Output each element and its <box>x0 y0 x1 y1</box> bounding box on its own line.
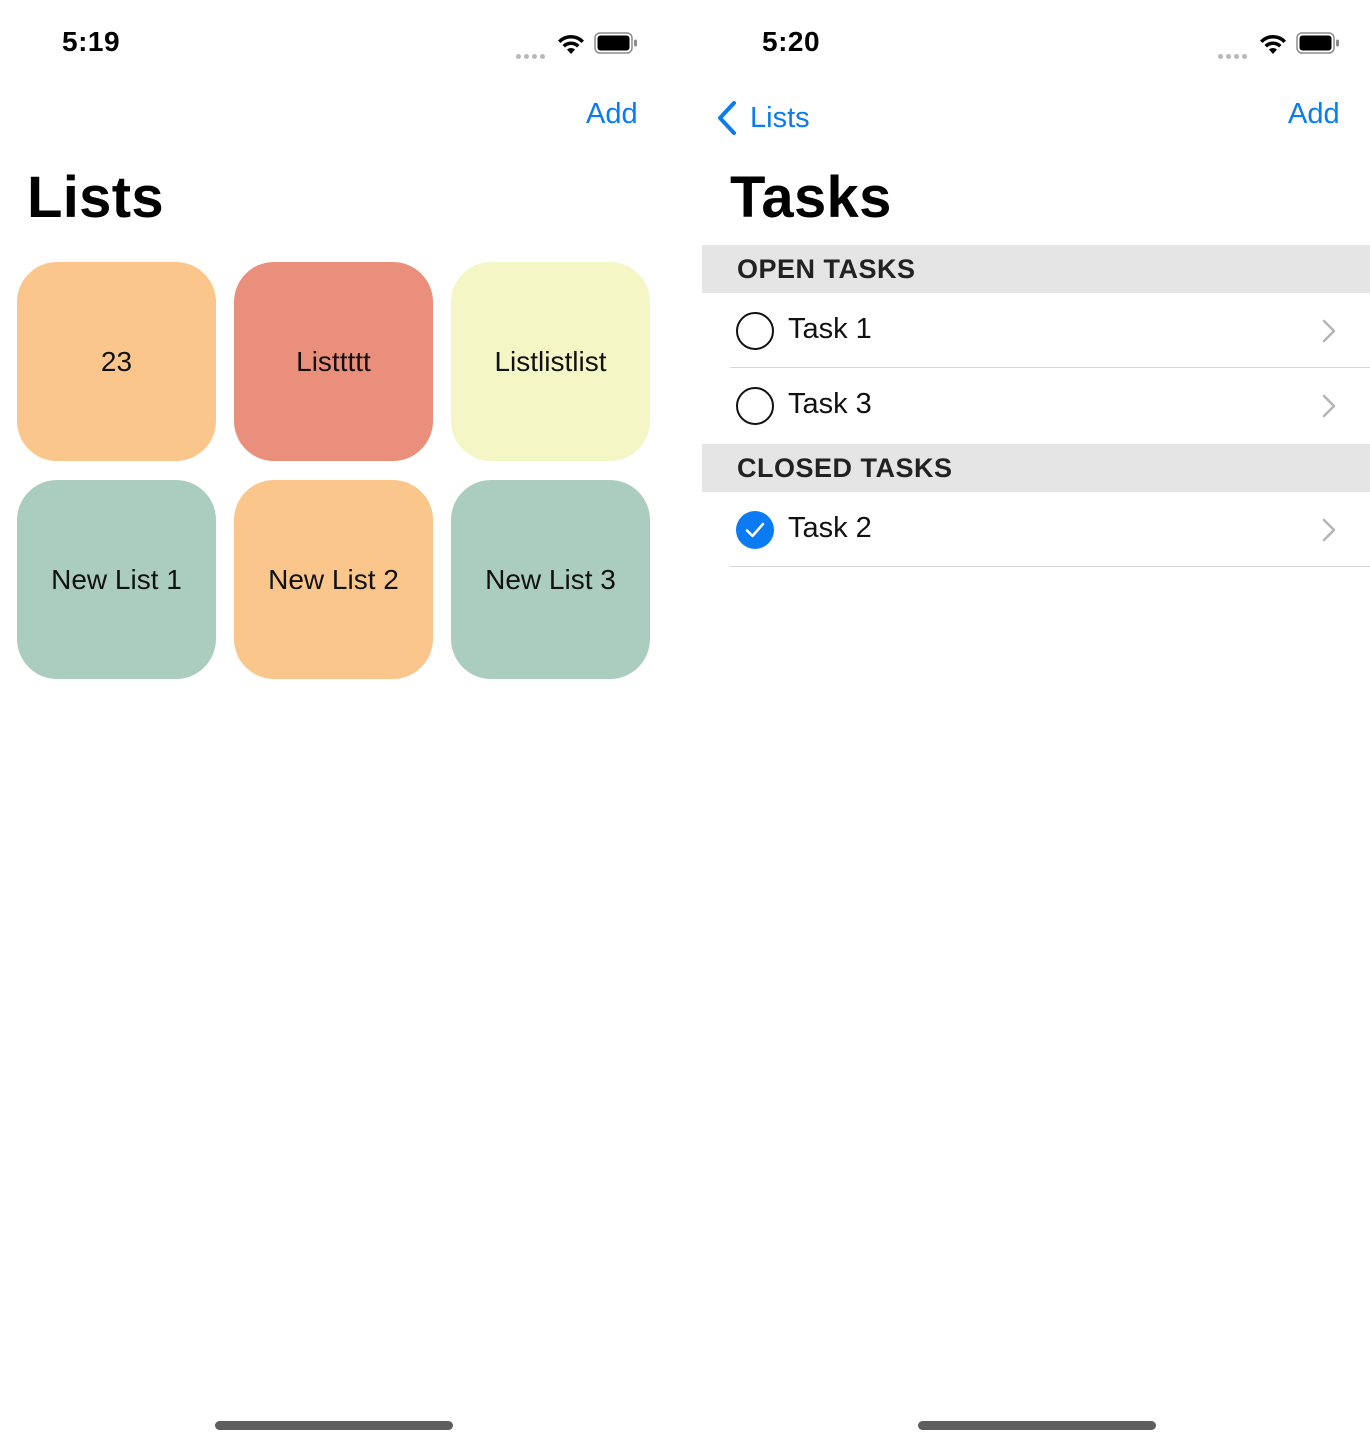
empty-circle-icon[interactable] <box>736 387 774 425</box>
wifi-icon <box>1260 34 1286 54</box>
task-row[interactable]: Task 2 <box>702 492 1370 567</box>
empty-circle-icon[interactable] <box>736 312 774 350</box>
back-button[interactable]: Lists <box>716 98 810 138</box>
section-header-closed: CLOSED TASKS <box>702 444 1370 492</box>
checkmark-circle-icon[interactable] <box>736 511 774 549</box>
cellular-signal-icon <box>1218 46 1250 59</box>
list-tile-label: New List 2 <box>268 563 399 595</box>
chevron-right-icon <box>1322 319 1336 343</box>
add-task-button[interactable]: Add <box>1288 98 1340 131</box>
lists-screen: 5:19 Add Lists 23 Listtttt Listlistlist … <box>0 0 702 1445</box>
task-label: Task 1 <box>788 313 872 345</box>
home-indicator[interactable] <box>215 1421 453 1430</box>
list-tile[interactable]: New List 1 <box>17 480 216 679</box>
list-tile-label: Listtttt <box>296 345 371 377</box>
back-button-label: Lists <box>750 101 810 134</box>
page-title: Tasks <box>730 165 892 230</box>
list-tile-label: New List 1 <box>51 563 182 595</box>
list-tile-label: New List 3 <box>485 563 616 595</box>
status-time: 5:19 <box>62 26 121 57</box>
page-title: Lists <box>27 165 164 230</box>
chevron-right-icon <box>1322 394 1336 418</box>
status-time: 5:20 <box>762 26 821 57</box>
list-tile[interactable]: Listtttt <box>234 262 433 461</box>
checkmark-icon <box>745 522 765 538</box>
list-tile[interactable]: New List 2 <box>234 480 433 679</box>
wifi-icon <box>558 34 584 54</box>
tasks-screen: 5:20 Lists Add Tasks OPEN TASKS Task 1 T… <box>702 0 1370 1445</box>
section-header-open: OPEN TASKS <box>702 245 1370 293</box>
task-label: Task 2 <box>788 512 872 544</box>
task-row[interactable]: Task 3 <box>702 368 1370 443</box>
battery-icon <box>1296 32 1339 54</box>
row-separator <box>730 566 1370 567</box>
add-list-button[interactable]: Add <box>586 98 638 131</box>
list-tile[interactable]: 23 <box>17 262 216 461</box>
task-label: Task 3 <box>788 388 872 420</box>
list-tile[interactable]: New List 3 <box>451 480 650 679</box>
list-tile-label: 23 <box>100 345 133 377</box>
home-indicator[interactable] <box>918 1421 1156 1430</box>
list-tile-label: Listlistlist <box>494 345 607 377</box>
chevron-left-icon <box>718 101 736 135</box>
cellular-signal-icon <box>516 46 548 59</box>
list-tile[interactable]: Listlistlist <box>451 262 650 461</box>
task-row[interactable]: Task 1 <box>702 293 1370 368</box>
battery-icon <box>594 32 637 54</box>
chevron-right-icon <box>1322 518 1336 542</box>
